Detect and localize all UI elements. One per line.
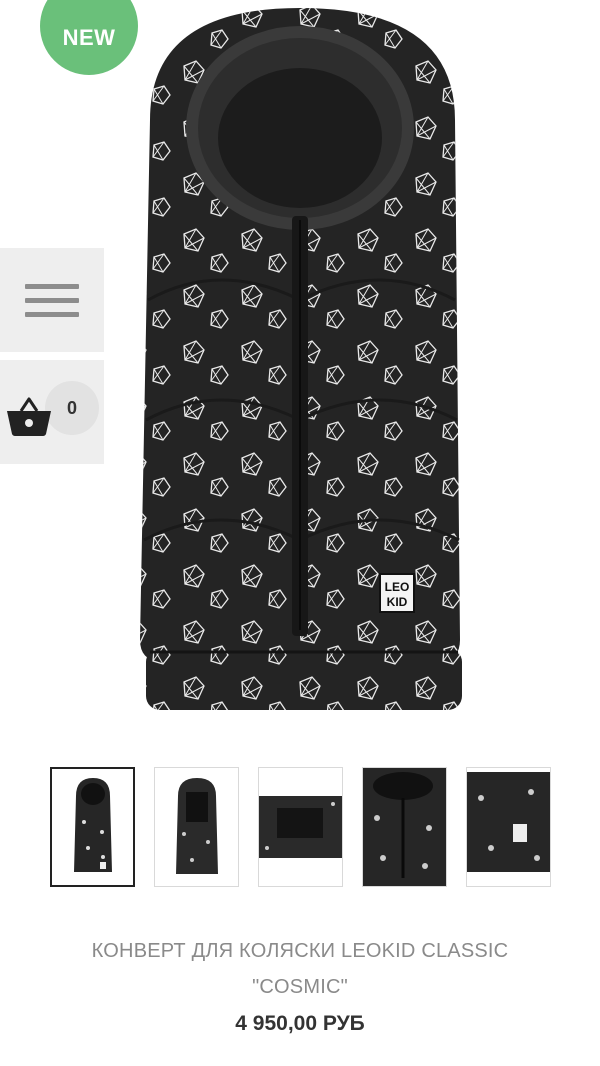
cart-count: 0 [66,397,77,418]
product-price: 4 950,00 РУБ [235,1012,365,1035]
cart-count-badge: 0 [45,381,99,435]
menu-button[interactable] [0,248,104,352]
new-badge-label: NEW [62,25,116,50]
brand-tag: LEO KID [379,573,415,613]
basket-icon [7,397,51,436]
brand-tag-line-2: KID [387,595,408,609]
hamburger-menu-icon [25,283,79,317]
cart-button[interactable]: 0 [0,360,104,464]
thumbnail-1[interactable] [50,767,135,887]
thumbnail-strip [50,767,551,887]
brand-tag-line-1: LEO [385,580,410,594]
thumbnail-2[interactable] [154,767,239,887]
product-title[interactable]: КОНВЕРТ ДЛЯ КОЛЯСКИ LEOKID CLASSIC "COSM… [60,933,540,1005]
thumbnail-4[interactable] [362,767,447,887]
thumbnail-5[interactable] [466,767,551,887]
thumbnail-3[interactable] [258,767,343,887]
